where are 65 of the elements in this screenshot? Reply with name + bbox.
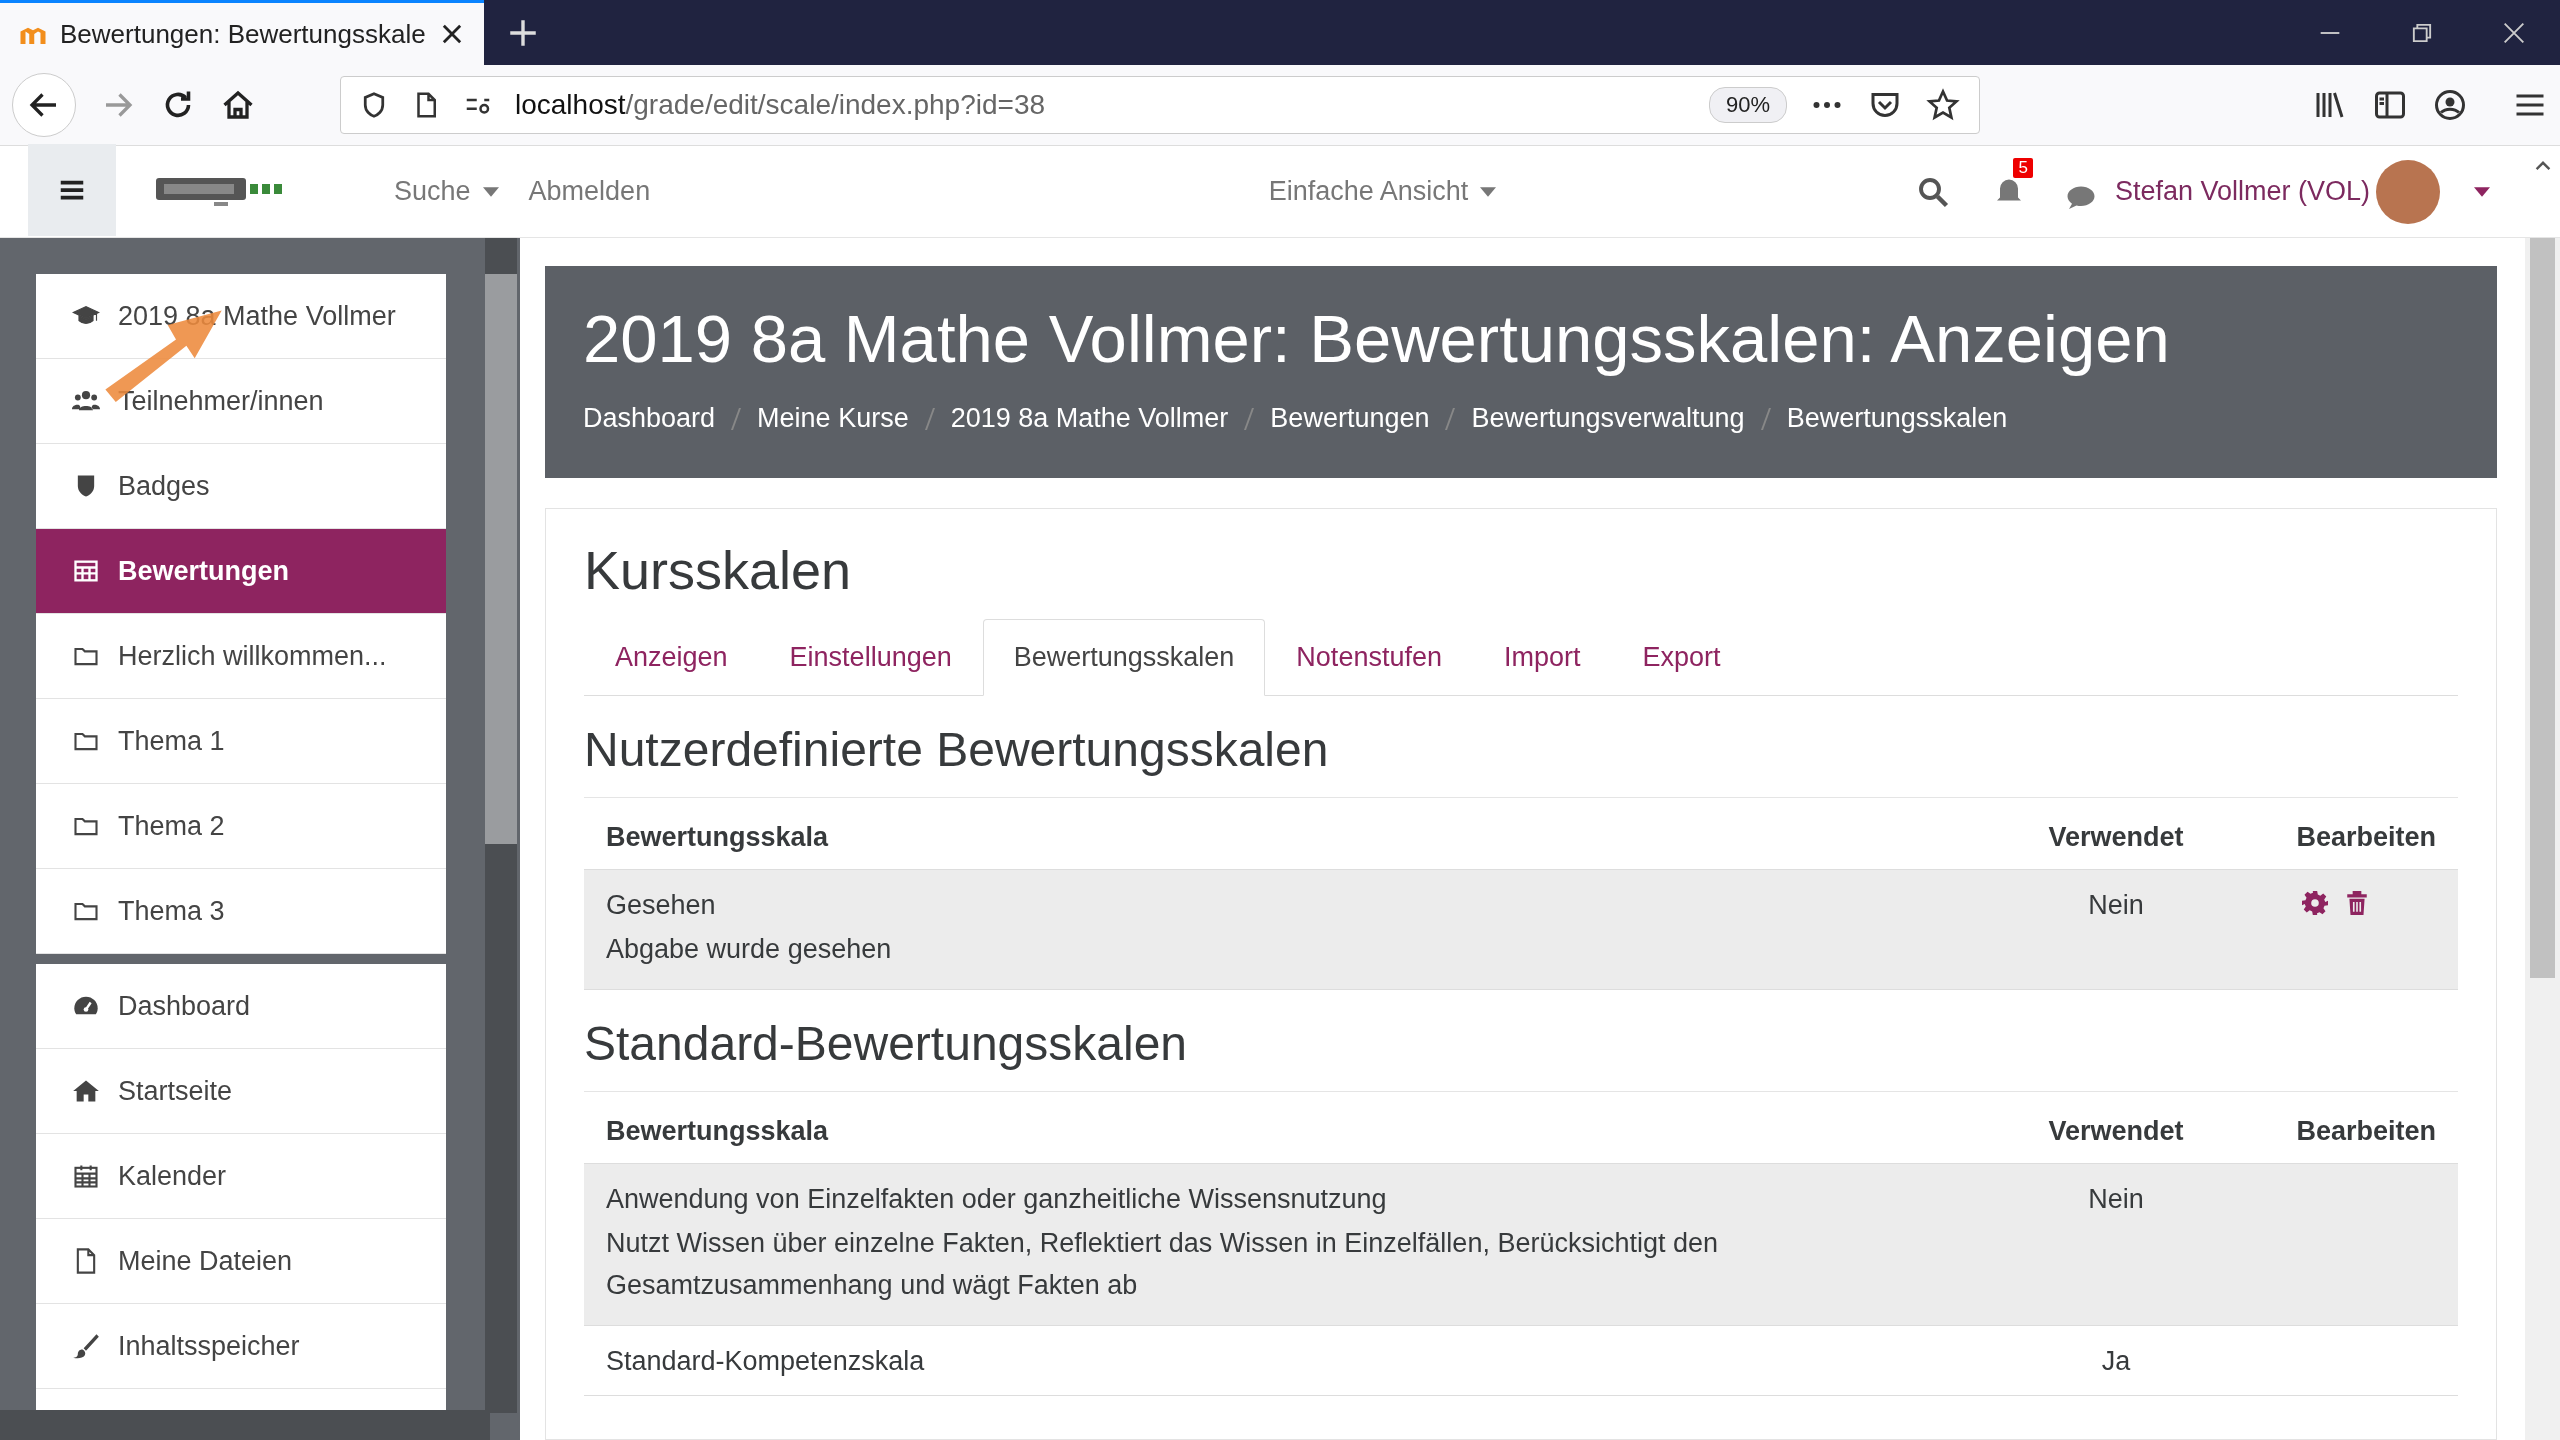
menu-button[interactable] (28, 143, 116, 236)
header-nav-link[interactable]: Suche (394, 176, 499, 207)
breadcrumb-link[interactable]: 2019 8a Mathe Vollmer (950, 403, 1229, 434)
address-bar[interactable]: localhost/grade/edit/scale/index.php?id=38 90% (340, 76, 1980, 134)
breadcrumb-link[interactable]: Dashboard (583, 403, 716, 434)
tab[interactable]: Import (1472, 619, 1612, 696)
sidebar-item-label: Dashboard (118, 990, 251, 1022)
account-icon[interactable] (2432, 87, 2468, 123)
sidebar-item-label: Bewertungen (118, 555, 290, 587)
browser-tab[interactable]: Bewertungen: Bewertungsskale (0, 0, 484, 65)
sidebar-item-label: Thema 1 (118, 725, 225, 757)
tab[interactable]: Einstellungen (758, 619, 983, 696)
caret-icon (482, 186, 499, 197)
sidebar-item-label: Thema 2 (118, 810, 225, 842)
sidebar-item-label: Herzlich willkommen... (118, 640, 387, 672)
view-mode-dropdown[interactable]: Einfache Ansicht (1268, 176, 1497, 207)
scale-description: Abgabe wurde gesehen (606, 933, 893, 966)
zoom-level-badge[interactable]: 90% (1708, 87, 1787, 123)
notification-count: 5 (2013, 157, 2033, 178)
sidebar-item-label: Thema 3 (118, 895, 225, 927)
star-icon[interactable] (1925, 87, 1961, 123)
sidebar-item-label: Kalender (118, 1160, 227, 1192)
page-title: 2019 8a Mathe Vollmer: Bewertungsskalen: Anzeigen (583, 300, 2171, 377)
column-header: Bewertungsskala (606, 822, 830, 853)
sidebar-item[interactable]: Bewertungen (36, 529, 446, 614)
caret-icon[interactable] (2474, 186, 2490, 197)
user-name[interactable]: Stefan Vollmer (VOL) (2114, 176, 2370, 207)
section-heading: Standard-Bewertungsskalen (584, 1015, 2458, 1092)
tab[interactable]: Anzeigen (584, 619, 759, 696)
section-heading: Nutzerdefinierte Bewertungsskalen (584, 722, 2458, 798)
brush-icon (72, 1332, 100, 1360)
settings-icon[interactable] (2302, 890, 2328, 916)
sidebar-horizontal-scrollbar[interactable] (0, 1410, 490, 1440)
tab[interactable]: Export (1611, 619, 1752, 696)
tab[interactable]: Bewertungsskalen (982, 619, 1266, 696)
sidebar-scrollbar[interactable] (485, 238, 517, 1413)
breadcrumb-link[interactable]: Bewertungsverwaltung (1471, 403, 1745, 434)
header-nav-link[interactable]: Abmelden (528, 176, 651, 207)
url-text: localhost/grade/edit/scale/index.php?id=38 (515, 89, 1047, 121)
trash-icon[interactable] (2344, 890, 2370, 916)
sidebar-item-label: Startseite (118, 1075, 233, 1107)
breadcrumb-link[interactable]: Bewertungen (1270, 403, 1430, 434)
column-header: Verwendet (2047, 1115, 2185, 1147)
usage-cell-text: Nein (2087, 890, 2145, 921)
column-header: Bearbeiten (2295, 1115, 2436, 1147)
usage-cell-text: Ja (2100, 1345, 2132, 1377)
scale-name: Standard-Kompetenzskala (606, 1345, 926, 1377)
column-header: Bewertungsskala (606, 1115, 830, 1147)
scale-description: Nutzt Wissen über einzelne Fakten, Reflektiert das Wissen in Einzelfällen, Berücksichtigt den Gesamtzusammenhang und wägt Fakten ab (606, 1226, 1719, 1302)
caret-icon (1480, 186, 1497, 197)
card-heading: Kursskalen (584, 539, 853, 601)
scale-name: Anwendung von Einzelfakten oder ganzheitliche Wissensnutzung (606, 1183, 1388, 1215)
breadcrumb-link[interactable]: Bewertungsskalen (1786, 403, 2008, 434)
usage-cell-text: Nein (2087, 1183, 2145, 1215)
tab-title: Bewertungen: Bewertungsskale (60, 18, 426, 50)
breadcrumb-link[interactable]: Meine Kurse (757, 403, 909, 434)
sidebar-item-label: Badges (118, 470, 210, 502)
tab[interactable]: Notenstufen (1265, 619, 1473, 696)
sidebar-item-label: Inhaltsspeicher (118, 1330, 300, 1362)
column-header: Bearbeiten (2295, 822, 2436, 853)
sidebar-item-label: Meine Dateien (118, 1245, 293, 1277)
sidebar-item-label: Teilnehmer/innen (118, 385, 324, 417)
column-header: Verwendet (2047, 822, 2185, 853)
page-scrollbar[interactable] (2525, 238, 2560, 1440)
scale-name: Gesehen (606, 890, 717, 921)
